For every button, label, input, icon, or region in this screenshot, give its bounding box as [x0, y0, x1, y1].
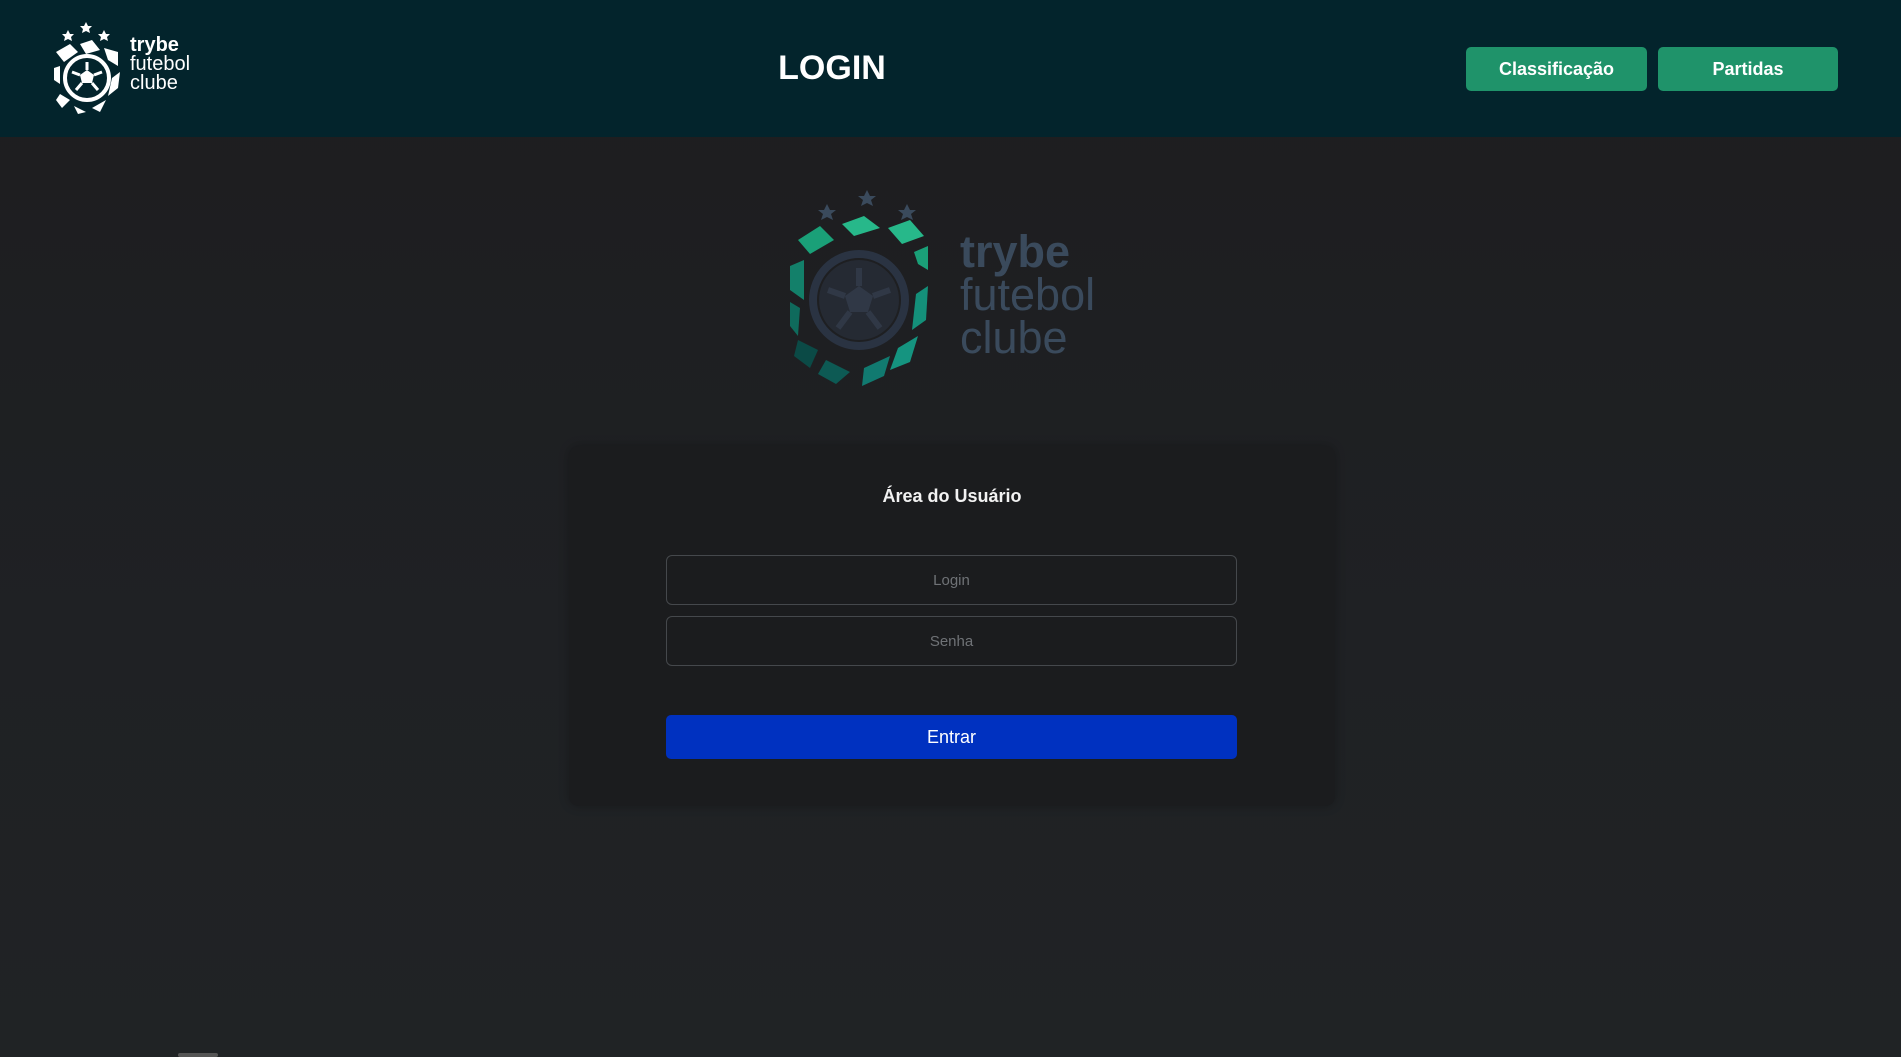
login-card: Área do Usuário Entrar: [569, 446, 1335, 806]
card-title: Área do Usuário: [882, 486, 1022, 506]
classificacao-button[interactable]: Classificação: [1466, 47, 1647, 91]
logo-line-trybe: trybe: [960, 226, 1071, 277]
header-logo-text: trybe futebol clube: [130, 35, 190, 94]
logo-line-futebol: futebol: [960, 269, 1096, 320]
logo-line-clube: clube: [130, 72, 178, 94]
partidas-button[interactable]: Partidas: [1658, 47, 1838, 91]
page-title: LOGIN: [778, 49, 886, 87]
password-input[interactable]: [666, 616, 1237, 666]
logo-line-clube: clube: [960, 312, 1068, 363]
header-logo[interactable]: trybe futebol clube: [52, 22, 202, 114]
horizontal-scrollbar[interactable]: [178, 1053, 218, 1057]
main-logo: trybe futebol clube: [790, 190, 1110, 390]
entrar-button[interactable]: Entrar: [666, 715, 1237, 759]
soccer-shield-icon: [790, 190, 928, 386]
login-input[interactable]: [666, 555, 1237, 605]
soccer-shield-icon: [54, 22, 120, 114]
main-logo-text: trybe futebol clube: [960, 226, 1096, 363]
top-header: trybe futebol clube LOGIN Classificação …: [0, 0, 1901, 137]
